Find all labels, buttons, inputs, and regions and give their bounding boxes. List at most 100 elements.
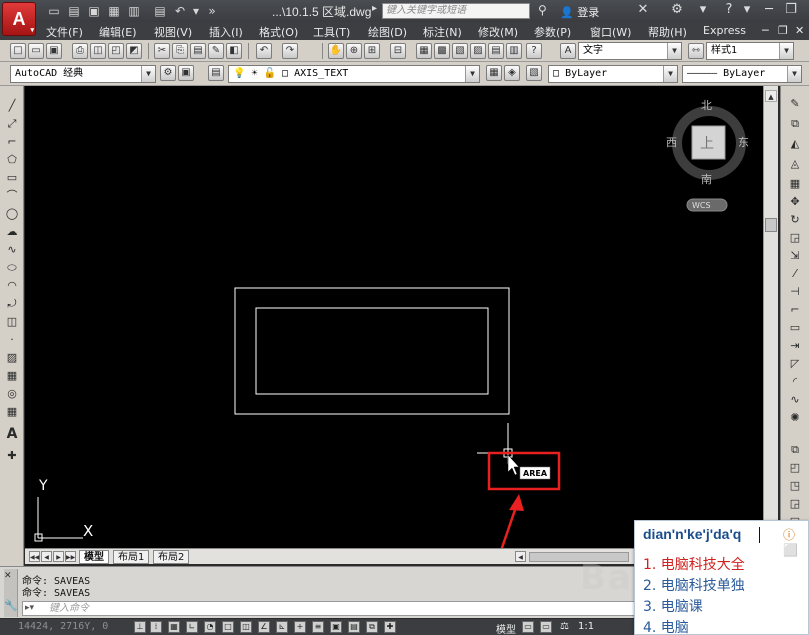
ime-candidate-1[interactable]: 1. 电脑科技大全: [643, 554, 745, 574]
spline-icon[interactable]: ∿: [4, 242, 20, 258]
hscroll-left-icon[interactable]: ◀: [515, 551, 526, 562]
binoculars-icon[interactable]: ⚲: [538, 3, 547, 17]
menu-tools[interactable]: 工具(T): [313, 24, 350, 40]
snap-mode-icon[interactable]: ⁞: [150, 621, 162, 633]
annotation-monitor-icon[interactable]: ✚: [384, 621, 396, 633]
menu-view[interactable]: 视图(V): [154, 24, 192, 40]
preview-icon[interactable]: ◫: [90, 43, 106, 59]
zoom-realtime-icon[interactable]: ⊕: [346, 43, 362, 59]
restore-icon[interactable]: ❐: [778, 0, 804, 20]
scroll-up-icon[interactable]: ▲: [765, 90, 777, 102]
undo-icon[interactable]: ↶: [256, 43, 272, 59]
layer-select[interactable]: 💡 ☀ 🔓 □ AXIS_TEXT ▼: [228, 65, 480, 83]
fillet-icon[interactable]: ◜: [787, 374, 803, 390]
tab-layout1[interactable]: 布局1: [113, 550, 150, 564]
redo-icon[interactable]: ↷: [282, 43, 298, 59]
save-icon[interactable]: ▣: [86, 3, 102, 19]
exchange-icon[interactable]: ✕: [630, 0, 656, 20]
draw-order-icon[interactable]: ⧉: [787, 442, 803, 458]
paste-icon[interactable]: ▤: [190, 43, 206, 59]
plot-icon[interactable]: ▥: [126, 3, 142, 19]
ime-candidate-2[interactable]: 2. 电脑科技单独: [643, 575, 745, 595]
bring-front-icon[interactable]: ◰: [787, 460, 803, 476]
infer-constraints-icon[interactable]: ⊥: [134, 621, 146, 633]
menu-file[interactable]: 文件(F): [46, 24, 83, 40]
revision-cloud-icon[interactable]: ☁: [4, 224, 20, 240]
circle-icon[interactable]: ◯: [4, 206, 20, 222]
login-button[interactable]: 👤 登录: [560, 4, 599, 20]
save-as-icon[interactable]: ▦: [106, 3, 122, 19]
block-editor-icon[interactable]: ◧: [226, 43, 242, 59]
tool-palettes-icon[interactable]: ▧: [452, 43, 468, 59]
3dosnap-icon[interactable]: ◫: [240, 621, 252, 633]
workspace-select[interactable]: AutoCAD 经典 ▼: [10, 65, 156, 83]
tab-last-icon[interactable]: ▶▶: [65, 551, 76, 562]
undo-icon[interactable]: ↶: [172, 3, 188, 19]
menu-format[interactable]: 格式(O): [259, 24, 298, 40]
inner-rectangle[interactable]: [255, 307, 489, 395]
quick-properties-icon[interactable]: ▤: [348, 621, 360, 633]
dim-style-icon[interactable]: ⇿: [688, 43, 704, 59]
new-icon[interactable]: □: [10, 43, 26, 59]
offset-icon[interactable]: ◬: [787, 156, 803, 172]
tab-next-icon[interactable]: ▶: [53, 551, 64, 562]
rotate-icon[interactable]: ↻: [787, 212, 803, 228]
command-input[interactable]: 键入命令: [22, 601, 652, 616]
polyline-icon[interactable]: ⌐: [4, 134, 20, 150]
zoom-window-icon[interactable]: ⊞: [364, 43, 380, 59]
point-icon[interactable]: ·: [4, 332, 20, 348]
rectangle-icon[interactable]: ▭: [4, 170, 20, 186]
ime-candidate-window[interactable]: dian'n'ke'j'da'q ⓘ ⬜ 1. 电脑科技大全 2. 电脑科技单独…: [634, 520, 809, 635]
save-icon[interactable]: ▣: [46, 43, 62, 59]
menu-express[interactable]: Express: [703, 24, 746, 37]
publish-icon[interactable]: ◰: [108, 43, 124, 59]
vertical-scrollbar[interactable]: ▲ ▼: [763, 86, 778, 548]
menu-dimension[interactable]: 标注(N): [423, 24, 462, 40]
match-properties-icon[interactable]: ✎: [208, 43, 224, 59]
hatch-icon[interactable]: ▨: [4, 350, 20, 366]
text-style-select[interactable]: 文字 ▼: [578, 42, 682, 60]
table-icon[interactable]: ▦: [4, 404, 20, 420]
markup-icon[interactable]: ▤: [488, 43, 504, 59]
info-icon[interactable]: ⓘ ⬜: [783, 526, 808, 557]
construction-line-icon[interactable]: ⤢: [4, 116, 20, 132]
text-style-icon[interactable]: A: [560, 43, 576, 59]
move-icon[interactable]: ✥: [787, 194, 803, 210]
ellipse-icon[interactable]: ⬭: [4, 260, 20, 276]
more-icon[interactable]: »: [204, 3, 220, 19]
ime-candidate-4[interactable]: 4. 电脑: [643, 617, 689, 635]
mirror-icon[interactable]: ◭: [787, 136, 803, 152]
design-center-icon[interactable]: ▩: [434, 43, 450, 59]
ducs-icon[interactable]: ⊾: [276, 621, 288, 633]
menu-draw[interactable]: 绘图(D): [368, 24, 407, 40]
extend-icon[interactable]: ⊣: [787, 284, 803, 300]
tab-first-icon[interactable]: ◀◀: [29, 551, 40, 562]
new-icon[interactable]: ▭: [46, 3, 62, 19]
menu-help[interactable]: 帮助(H): [648, 24, 687, 40]
insert-block-icon[interactable]: ⤾: [4, 296, 20, 312]
pan-icon[interactable]: ✋: [328, 43, 344, 59]
add-selected-icon[interactable]: ✚: [4, 448, 20, 464]
otrack-icon[interactable]: ∠: [258, 621, 270, 633]
calculator-icon[interactable]: ▥: [506, 43, 522, 59]
properties-icon[interactable]: ▦: [416, 43, 432, 59]
make-block-icon[interactable]: ◫: [4, 314, 20, 330]
osnap-icon[interactable]: □: [222, 621, 234, 633]
ime-candidate-3[interactable]: 3. 电脑课: [643, 596, 703, 616]
menu-restore-icon[interactable]: ❐: [778, 24, 788, 37]
compass-east[interactable]: 东: [738, 136, 749, 149]
join-icon[interactable]: ⇥: [787, 338, 803, 354]
linetype-select[interactable]: ————— ByLayer ▼: [682, 65, 802, 83]
lineweight-icon[interactable]: ≡: [312, 621, 324, 633]
annotation-scale-icon[interactable]: ⚖: [560, 621, 569, 632]
explode-icon[interactable]: ✺: [787, 410, 803, 426]
plot-icon[interactable]: ⎙: [72, 43, 88, 59]
model-space-label[interactable]: 模型: [496, 621, 516, 635]
cut-icon[interactable]: ✂: [154, 43, 170, 59]
quick-view-layouts-icon[interactable]: ▭: [522, 621, 534, 633]
scroll-thumb[interactable]: [765, 218, 777, 232]
wrench-icon[interactable]: 🔧: [4, 599, 18, 612]
menu-modify[interactable]: 修改(M): [478, 24, 518, 40]
arc-icon[interactable]: ⌒: [4, 188, 20, 204]
break-icon[interactable]: ▭: [787, 320, 803, 336]
